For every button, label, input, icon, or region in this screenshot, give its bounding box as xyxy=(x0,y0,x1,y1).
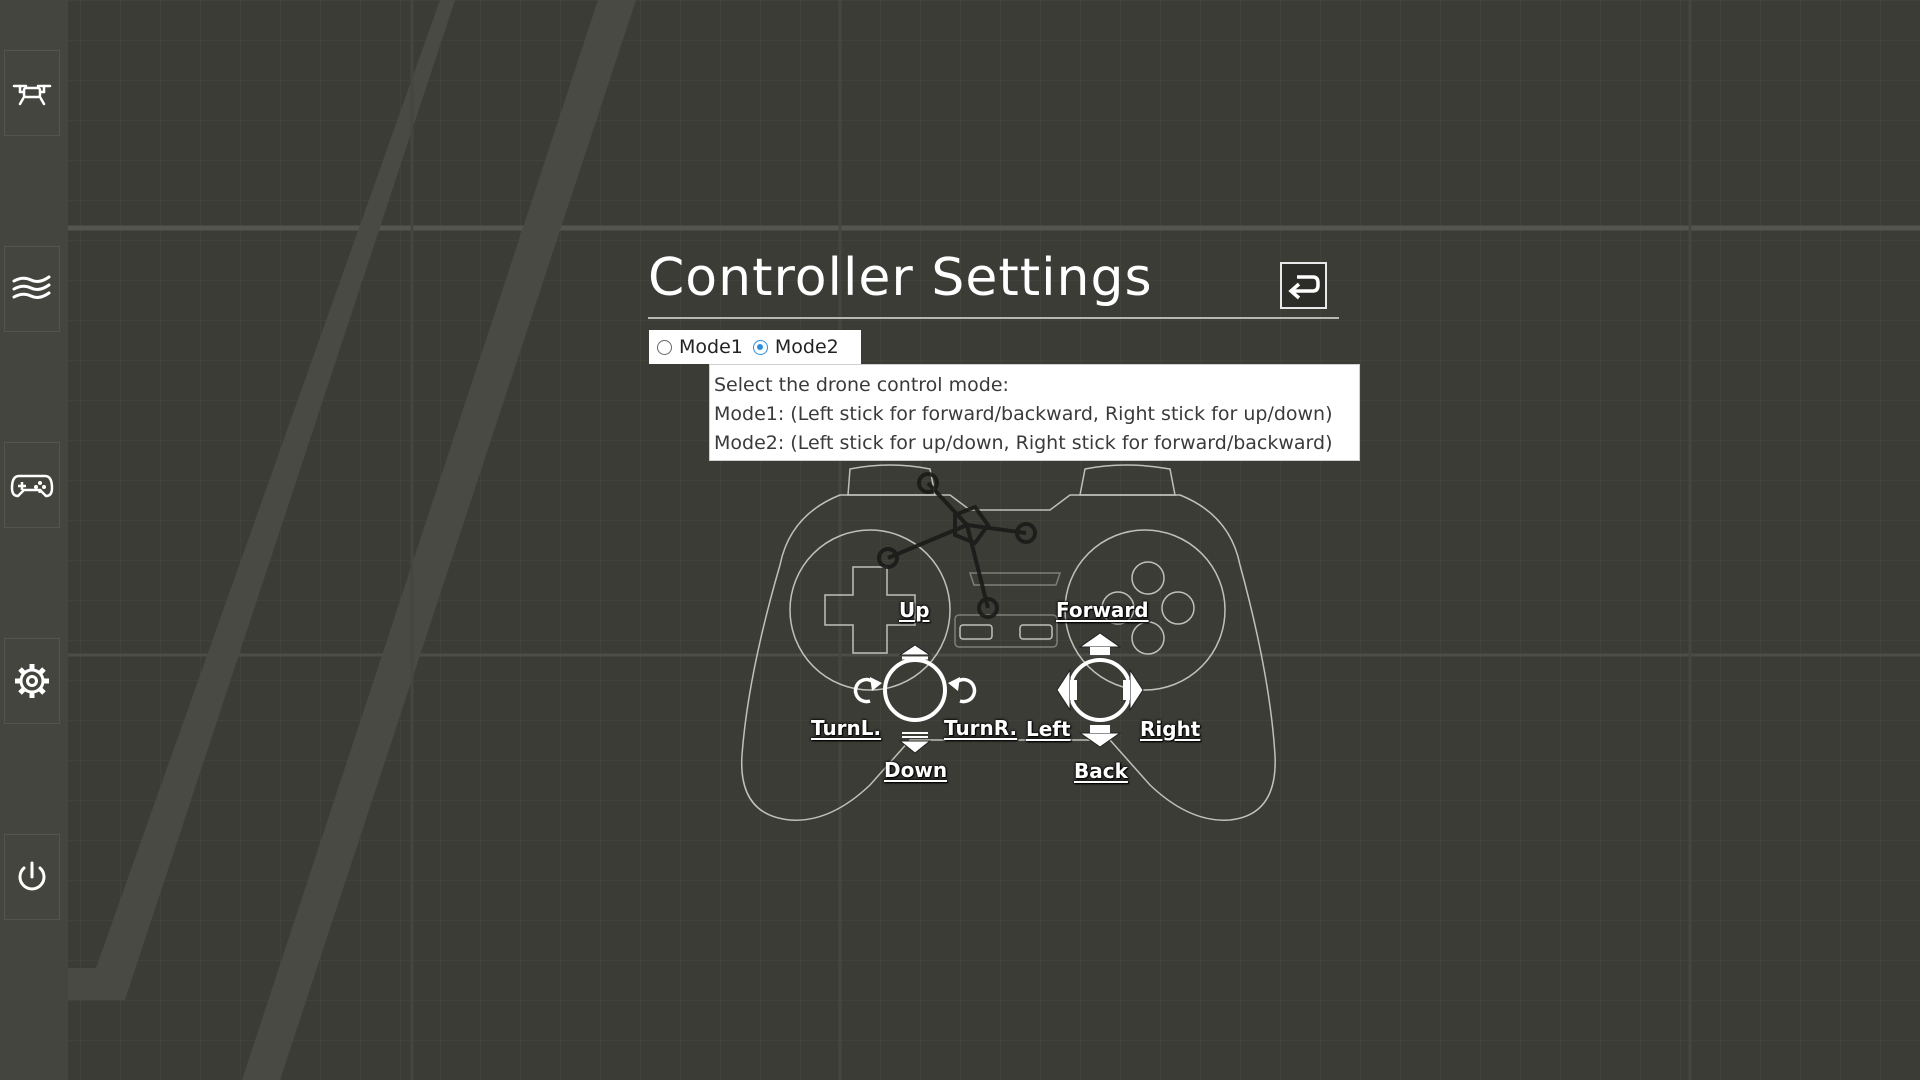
label-up: Up xyxy=(899,598,930,622)
tooltip-line-2: Mode1: (Left stick for forward/backward,… xyxy=(714,403,1333,425)
sidebar xyxy=(0,0,68,1080)
mode-tooltip: Select the drone control mode: Mode1: (L… xyxy=(709,364,1360,461)
power-icon xyxy=(18,861,46,891)
drone-icon xyxy=(12,84,52,106)
label-turn-right: TurnR. xyxy=(944,716,1018,740)
controller-diagram xyxy=(740,464,1276,821)
sidebar-item-wind[interactable] xyxy=(4,246,60,332)
page-title: Controller Settings xyxy=(648,248,1153,308)
sidebar-item-drone[interactable] xyxy=(4,50,60,136)
label-left: Left xyxy=(1026,717,1071,741)
return-arrow-icon xyxy=(1287,274,1320,299)
mode2-label: Mode2 xyxy=(774,336,839,358)
label-turn-left: TurnL. xyxy=(811,716,882,740)
sidebar-item-settings[interactable] xyxy=(4,638,60,724)
tooltip-line-3: Mode2: (Left stick for up/down, Right st… xyxy=(714,432,1333,454)
sidebar-item-power[interactable] xyxy=(4,834,60,920)
sidebar-item-controller[interactable] xyxy=(4,442,60,528)
label-back: Back xyxy=(1074,759,1128,783)
gear-icon xyxy=(15,664,49,698)
label-down: Down xyxy=(884,758,948,782)
tooltip-line-1: Select the drone control mode: xyxy=(714,374,1009,396)
back-button[interactable] xyxy=(1280,262,1327,309)
label-forward: Forward xyxy=(1056,598,1149,622)
mode-selector: Mode1 Mode2 xyxy=(649,330,861,364)
wind-icon xyxy=(12,275,51,299)
mode2-radio[interactable]: Mode2 xyxy=(752,336,839,358)
mode1-radio[interactable]: Mode1 xyxy=(657,336,743,358)
title-divider xyxy=(648,317,1339,319)
label-right: Right xyxy=(1140,717,1201,741)
mode1-radio-circle[interactable] xyxy=(657,339,672,355)
mode1-label: Mode1 xyxy=(679,336,743,358)
mode2-radio-circle[interactable] xyxy=(752,339,768,355)
gamepad-icon xyxy=(10,474,54,498)
